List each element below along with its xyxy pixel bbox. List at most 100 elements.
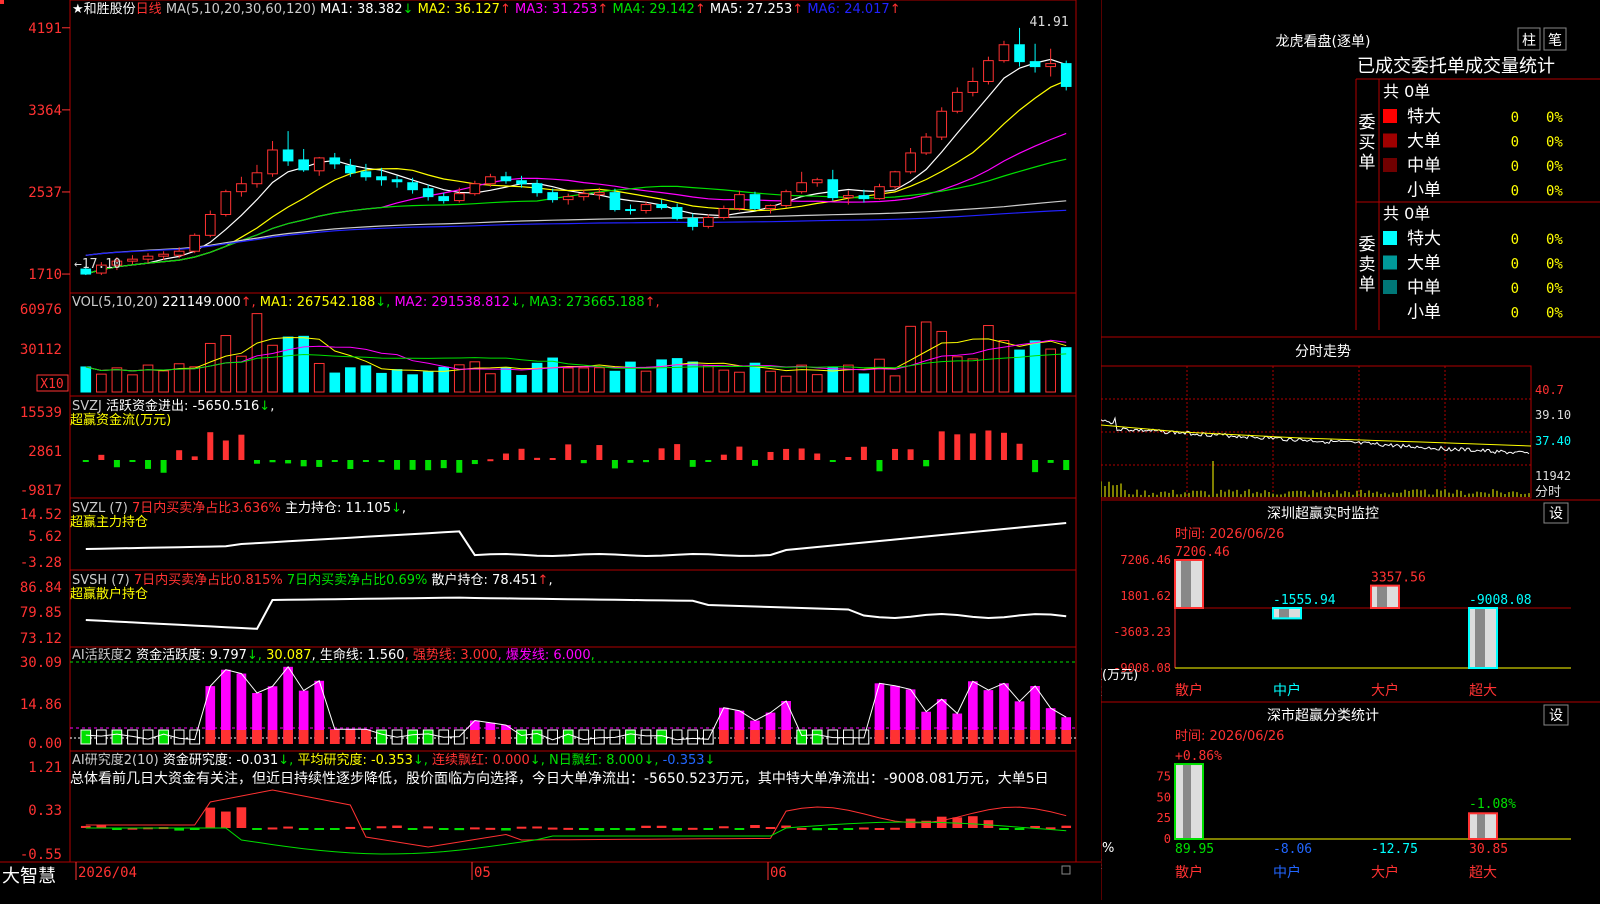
fund-flow-bar[interactable] [751,460,758,466]
research-bar[interactable] [874,827,885,830]
volume-bar[interactable] [313,362,325,393]
volume-bar[interactable] [142,364,154,393]
activity-bar[interactable] [329,729,340,744]
activity-bar[interactable] [796,729,807,745]
activity-bar[interactable] [80,729,92,745]
activity-bar[interactable] [562,729,574,745]
volume-bar[interactable] [702,365,714,393]
activity-bar[interactable] [890,685,900,744]
volume-bar[interactable] [578,367,590,393]
activity-bar[interactable] [594,729,605,745]
candle[interactable] [1060,60,1072,91]
research-bar[interactable] [298,828,309,830]
research-bar[interactable] [516,826,527,829]
activity-bar[interactable] [236,673,247,744]
volume-bar[interactable] [422,371,434,393]
fund-flow-bar[interactable] [160,460,167,473]
research-bar[interactable] [1061,825,1072,828]
fund-flow-bar[interactable] [1047,460,1054,463]
volume-bar[interactable] [671,358,683,393]
volume-bar[interactable] [765,370,776,393]
research-bar[interactable] [703,828,714,830]
monitor-settings-label[interactable]: 设 [1549,506,1563,522]
volume-bar[interactable] [998,340,1010,393]
activity-bar[interactable] [531,729,543,745]
fund-flow-bar[interactable] [658,448,665,460]
research-bar[interactable] [843,828,854,830]
volume-bar[interactable] [1045,348,1056,393]
fund-flow-bar[interactable] [518,448,525,460]
fund-flow-bar[interactable] [347,460,354,469]
activity-bar[interactable] [874,683,885,744]
fund-flow-bar[interactable] [502,453,509,460]
fund-flow-bar[interactable] [191,456,198,460]
fund-flow-bar[interactable] [985,430,992,460]
activity-bar[interactable] [999,683,1009,744]
fund-flow-bar[interactable] [331,460,338,462]
volume-bar[interactable] [656,359,667,393]
fund-flow-bar[interactable] [798,448,805,460]
activity-bar[interactable] [750,720,760,744]
volume-bar[interactable] [811,374,823,393]
fund-flow-bar[interactable] [845,457,852,460]
volume-bar[interactable] [189,366,201,393]
volume-bar[interactable] [718,369,730,393]
activity-bar[interactable] [1014,701,1025,744]
research-bar[interactable] [999,828,1009,830]
volume-bar[interactable] [734,371,745,393]
activity-bar[interactable] [142,729,154,745]
research-bar[interactable] [905,818,916,828]
research-bar[interactable] [501,828,511,831]
tab-bar-label[interactable]: 柱 [1522,33,1536,49]
candle[interactable] [936,107,948,141]
volume-bar[interactable] [640,370,652,393]
volume-bar[interactable] [889,375,901,393]
fund-flow-bar[interactable] [720,454,727,460]
classify-bar[interactable] [1468,812,1498,841]
research-bar[interactable] [423,826,433,829]
research-bar[interactable] [890,827,900,830]
research-bar[interactable] [392,825,402,828]
activity-bar[interactable] [221,669,231,744]
fund-flow-bar[interactable] [860,446,867,460]
fund-flow-bar[interactable] [736,446,743,460]
activity-bar[interactable] [485,722,496,744]
fund-flow-bar[interactable] [627,460,634,463]
volume-bar[interactable] [609,370,621,393]
fund-flow-bar[interactable] [767,451,774,460]
fund-flow-bar[interactable] [907,449,914,460]
volume-bar[interactable] [111,367,123,393]
fund-flow-bar[interactable] [549,458,556,461]
research-bar[interactable] [734,828,745,830]
activity-bar[interactable] [547,729,558,745]
volume-bar[interactable] [858,373,870,393]
fund-flow-bar[interactable] [487,459,494,462]
volume-bar[interactable] [298,335,309,393]
volume-bar[interactable] [158,370,169,393]
fund-flow-bar[interactable] [1016,443,1023,460]
fund-flow-bar[interactable] [269,460,276,463]
volume-bar[interactable] [562,367,574,393]
kline-chart-svg[interactable]: 4191 3364 2537 1710 41.91 ←17.10 ★和胜股份日线 MA(5,… [0,0,1101,900]
activity-bar[interactable] [158,729,169,745]
activity-bar[interactable] [983,690,994,744]
activity-bar[interactable] [267,686,278,744]
research-bar[interactable] [407,828,418,830]
research-bar[interactable] [438,828,449,830]
activity-bar[interactable] [578,729,590,745]
research-bar[interactable] [236,807,247,828]
activity-bar[interactable] [252,693,262,744]
volume-bar[interactable] [127,374,138,393]
candle[interactable] [983,56,994,85]
fund-flow-bar[interactable] [378,460,385,463]
volume-bar[interactable] [874,358,885,393]
activity-bar[interactable] [640,729,652,745]
fund-flow-bar[interactable] [565,444,572,460]
fund-flow-bar[interactable] [207,432,214,460]
research-bar[interactable] [329,828,340,830]
fund-flow-bar[interactable] [643,460,650,463]
research-bar[interactable] [796,827,807,830]
activity-bar[interactable] [905,689,916,744]
fund-flow-bar[interactable] [580,460,587,464]
volume-bar[interactable] [1014,349,1025,393]
